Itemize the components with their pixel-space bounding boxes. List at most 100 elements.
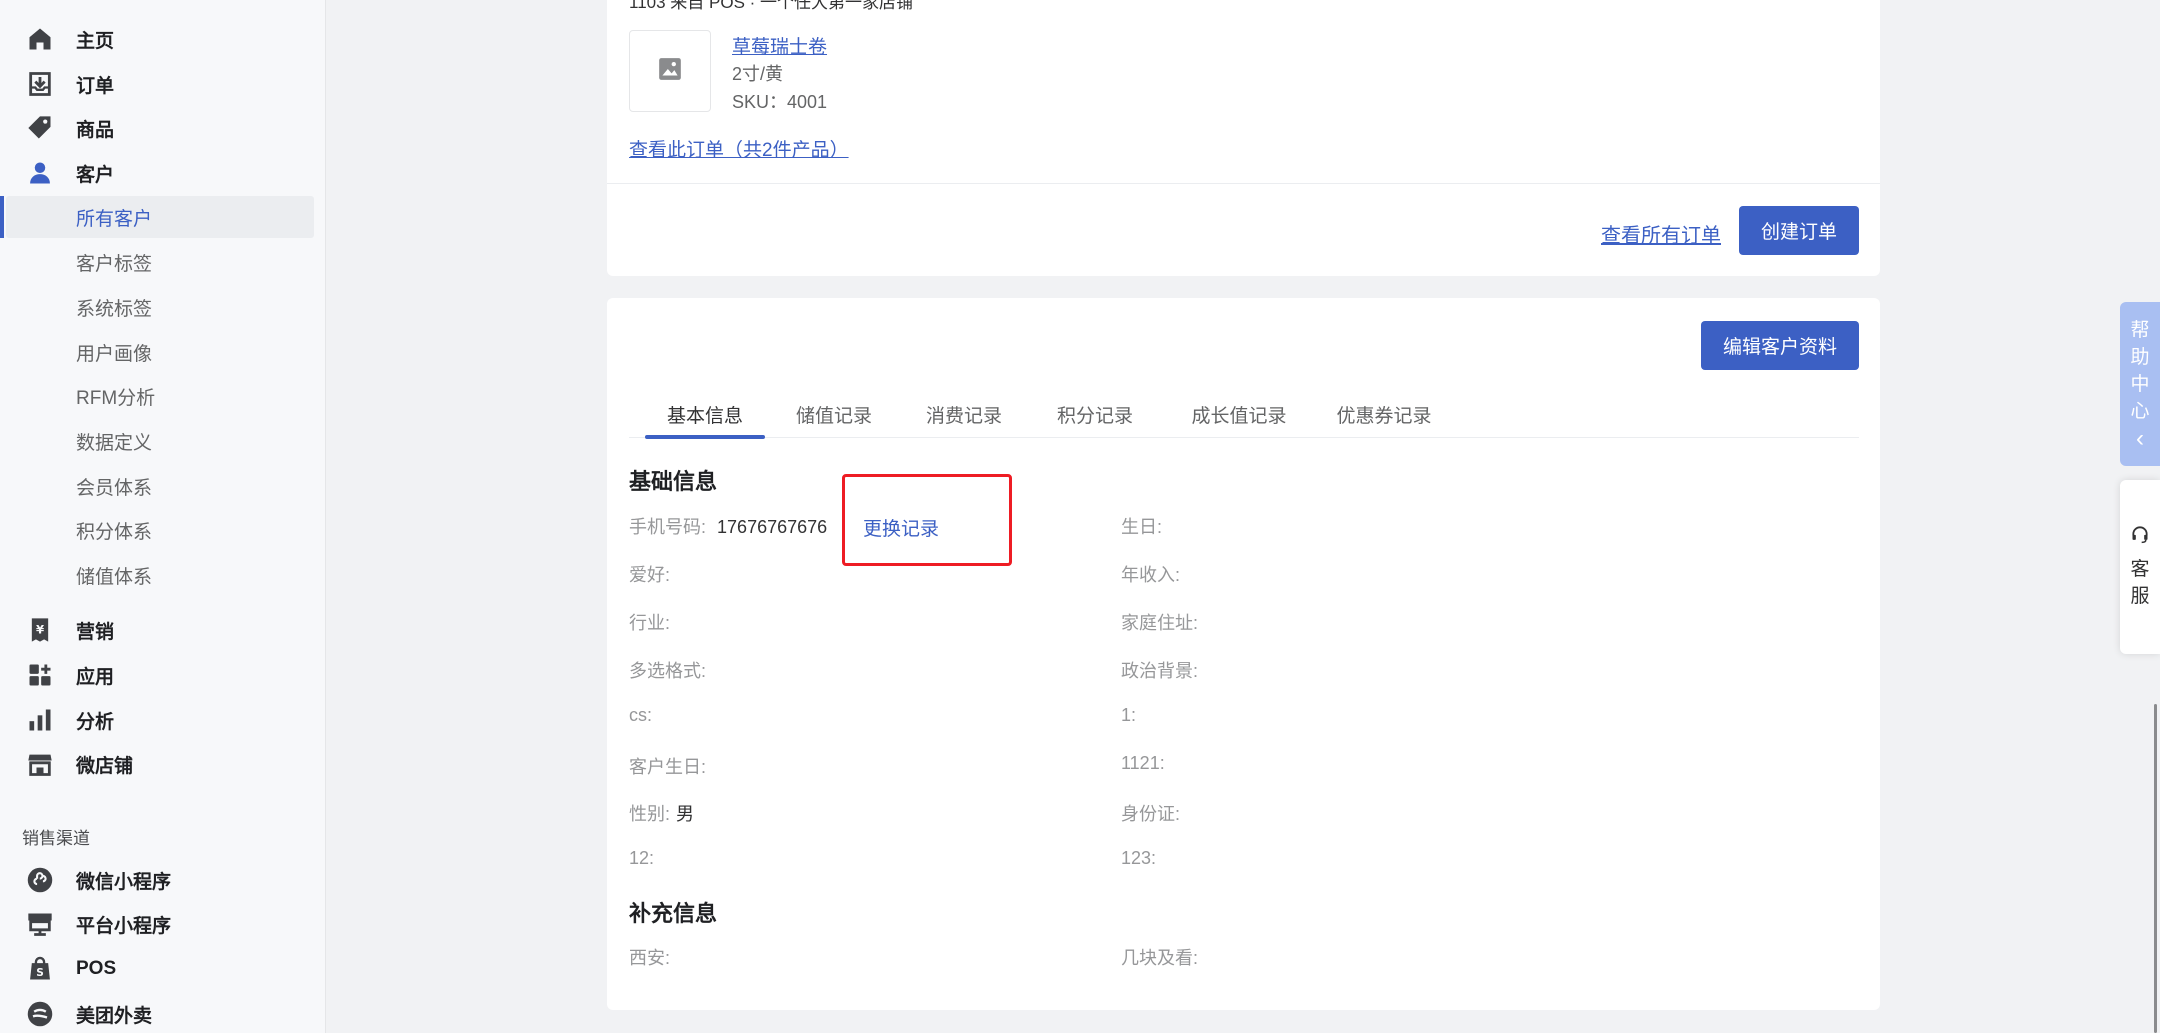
- tab-stored-value-records[interactable]: 储值记录: [779, 390, 889, 438]
- wechat-miniprogram-icon: [26, 866, 54, 894]
- sidebar-item-all-customers[interactable]: 所有客户: [0, 196, 314, 238]
- phone-label: 手机号码:: [629, 517, 707, 537]
- meituan-icon: [26, 1000, 54, 1028]
- nav-micro-store[interactable]: 微店铺: [0, 742, 326, 786]
- field-label: 12:: [629, 848, 655, 868]
- sidebar-item-rfm-analysis[interactable]: RFM分析: [6, 375, 314, 417]
- gender-field: 性别: 男: [629, 800, 694, 826]
- tab-consumption-records[interactable]: 消费记录: [909, 390, 1019, 438]
- nav-marketing[interactable]: ¥ 营销: [0, 608, 326, 652]
- nav-orders[interactable]: 订单: [0, 62, 326, 106]
- storefront-icon: [26, 750, 54, 778]
- page-scrollbar[interactable]: [2154, 704, 2157, 1033]
- sidebar-item-user-portrait[interactable]: 用户画像: [6, 331, 314, 373]
- sidebar-item-stored-value[interactable]: 储值体系: [6, 554, 314, 596]
- sidebar-item-label: 系统标签: [76, 298, 153, 320]
- svg-text:S: S: [36, 967, 44, 979]
- nav-wechat-miniprogram[interactable]: 微信小程序: [0, 858, 326, 902]
- sidebar-item-membership[interactable]: 会员体系: [6, 465, 314, 507]
- sidebar-item-label: 用户画像: [76, 343, 153, 365]
- sidebar-item-label: 客户标签: [76, 253, 153, 275]
- tab-points-records[interactable]: 积分记录: [1040, 390, 1150, 438]
- birthday-field: 生日:: [1121, 513, 1168, 539]
- nav-analytics[interactable]: 分析: [0, 698, 326, 742]
- create-order-button[interactable]: 创建订单: [1739, 206, 1859, 255]
- nav-meituan[interactable]: 美团外卖: [0, 992, 326, 1033]
- help-char: 助: [2130, 346, 2150, 368]
- field-12: 12:: [629, 848, 660, 869]
- order-download-icon: [26, 70, 54, 98]
- platform-store-icon: [26, 910, 54, 938]
- jikuai-field: 几块及看:: [1121, 944, 1204, 970]
- sidebar-item-data-definition[interactable]: 数据定义: [6, 420, 314, 462]
- order-source-text: 1103 来自 POS · 一个任大第一家店铺: [629, 0, 914, 12]
- product-name-link[interactable]: 草莓瑞士卷: [732, 32, 827, 59]
- nav-wechat-miniprogram-label: 微信小程序: [76, 871, 172, 893]
- image-placeholder-icon: [657, 56, 683, 87]
- nav-apps-label: 应用: [76, 666, 115, 688]
- headset-icon: [2130, 524, 2150, 552]
- field-1121: 1121:: [1121, 753, 1171, 774]
- extra-info-title: 补充信息: [629, 901, 718, 926]
- field-value: 男: [676, 804, 695, 824]
- product-sku: SKU：4001: [732, 92, 828, 112]
- service-char: 服: [2130, 586, 2150, 607]
- tab-coupon-records[interactable]: 优惠券记录: [1319, 390, 1449, 438]
- nav-meituan-label: 美团外卖: [76, 1005, 153, 1027]
- nav-analytics-label: 分析: [76, 711, 115, 733]
- basic-info-title: 基础信息: [629, 469, 718, 494]
- hobby-field: 爱好:: [629, 561, 676, 587]
- customer-service-tab[interactable]: 客 服: [2120, 480, 2160, 654]
- nav-pos[interactable]: S POS: [0, 947, 326, 991]
- apps-grid-icon: [26, 661, 54, 689]
- tab-growth-records[interactable]: 成长值记录: [1169, 390, 1309, 438]
- field-label: 年收入:: [1121, 565, 1181, 585]
- card-divider: [607, 183, 1880, 184]
- field-label: 政治背景:: [1121, 661, 1199, 681]
- nav-home-label: 主页: [76, 30, 115, 52]
- view-all-orders-link[interactable]: 查看所有订单: [1601, 219, 1721, 248]
- field-label: cs:: [629, 705, 653, 725]
- price-tag-icon: [26, 114, 54, 142]
- help-center-tab[interactable]: 帮 助 中 心 ‹: [2120, 302, 2160, 466]
- field-label: 性别:: [629, 804, 671, 824]
- nav-platform-miniprogram-label: 平台小程序: [76, 915, 172, 937]
- home-icon: [26, 25, 54, 53]
- chevron-left-icon: ‹: [2136, 424, 2144, 452]
- tab-basic-info[interactable]: 基本信息: [645, 390, 765, 439]
- sidebar-item-points[interactable]: 积分体系: [6, 509, 314, 551]
- political-background-field: 政治背景:: [1121, 657, 1204, 683]
- sidebar-item-system-tags[interactable]: 系统标签: [6, 286, 314, 328]
- industry-field: 行业:: [629, 609, 676, 635]
- product-thumbnail: [629, 30, 711, 112]
- field-label: 几块及看:: [1121, 948, 1199, 968]
- highlight-box: [842, 474, 1012, 566]
- nav-micro-store-label: 微店铺: [76, 755, 134, 777]
- nav-home[interactable]: 主页: [0, 17, 326, 61]
- yen-receipt-icon: ¥: [26, 616, 54, 644]
- user-icon: [26, 159, 54, 187]
- phone-value: 17676767676: [717, 517, 828, 537]
- help-char: 帮: [2130, 319, 2150, 341]
- id-card-field: 身份证:: [1121, 800, 1186, 826]
- view-this-order-link[interactable]: 查看此订单（共2件产品）: [629, 135, 849, 162]
- nav-platform-miniprogram[interactable]: 平台小程序: [0, 902, 326, 946]
- nav-marketing-label: 营销: [76, 621, 115, 643]
- nav-products[interactable]: 商品: [0, 106, 326, 150]
- service-char: 客: [2130, 559, 2150, 580]
- pos-bag-icon: S: [26, 955, 54, 983]
- svg-text:¥: ¥: [36, 623, 44, 637]
- edit-customer-profile-button[interactable]: 编辑客户资料: [1701, 321, 1859, 370]
- recent-order-card: 1103 来自 POS · 一个任大第一家店铺 草莓瑞士卷 2寸/黄 SKU：4…: [607, 0, 1880, 276]
- sidebar: 主页 订单 商品 客户 所有客户 客户标签 系统标签 用户画像 RFM分析 数据…: [0, 0, 326, 1033]
- field-label: 生日:: [1121, 517, 1163, 537]
- nav-pos-label: POS: [76, 958, 117, 979]
- sidebar-item-customer-tags[interactable]: 客户标签: [6, 241, 314, 283]
- field-label: 123:: [1121, 848, 1157, 868]
- help-char: 心: [2130, 400, 2150, 422]
- nav-apps[interactable]: 应用: [0, 653, 326, 697]
- profile-tabs: 基本信息 储值记录 消费记录 积分记录 成长值记录 优惠券记录: [629, 390, 1859, 439]
- sidebar-item-label: RFM分析: [76, 387, 156, 409]
- sales-channel-title: 销售渠道: [22, 829, 90, 848]
- nav-customers[interactable]: 客户: [0, 151, 326, 195]
